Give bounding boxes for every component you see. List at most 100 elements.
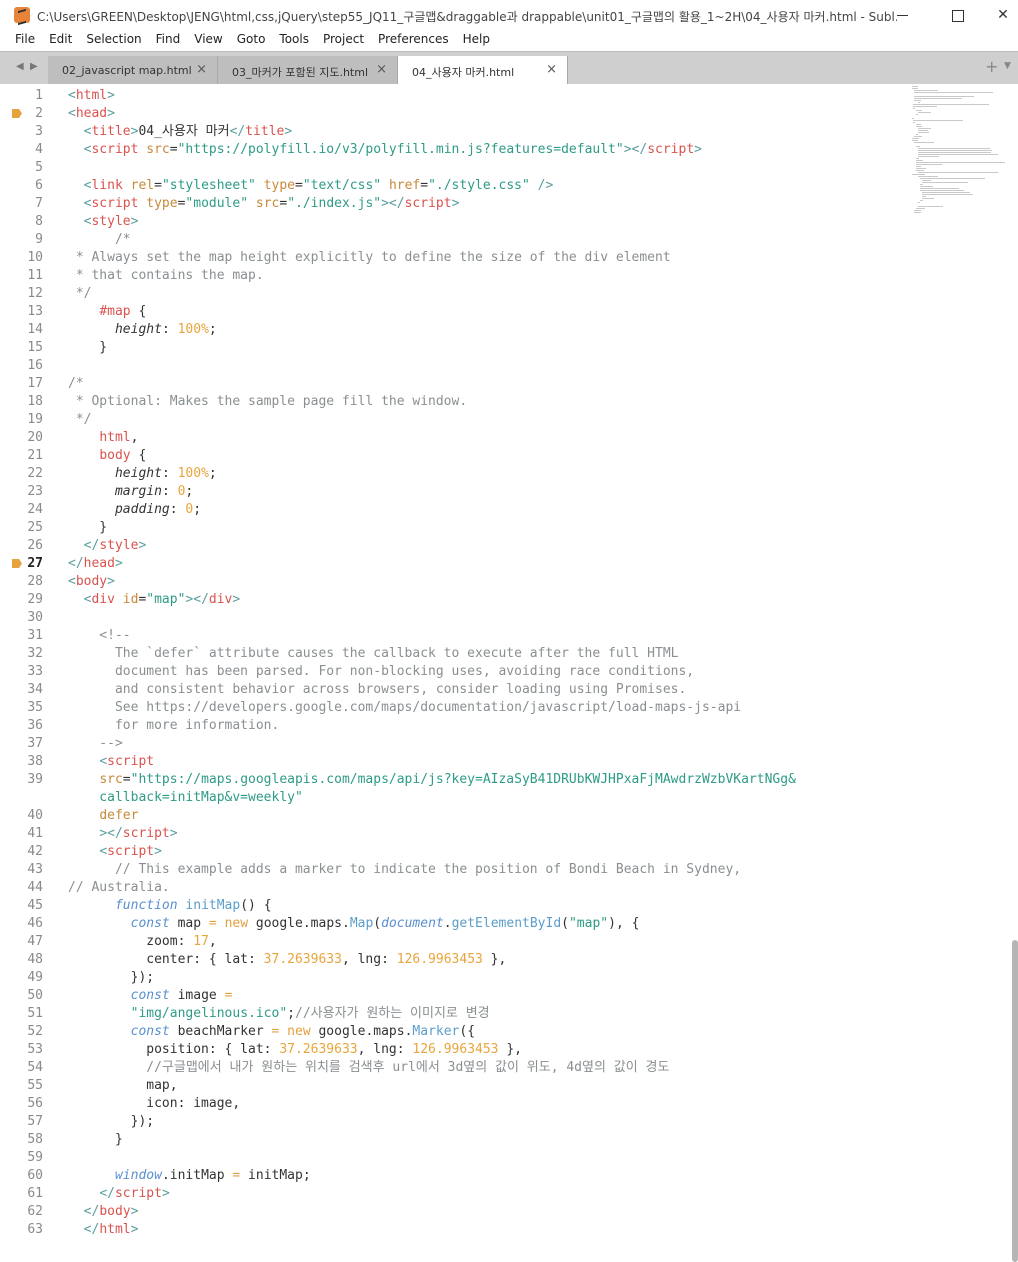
tab-label: 04_사용자 마커.html <box>412 66 515 79</box>
minimap-line <box>922 192 970 193</box>
code-editor[interactable]: 1 2 3 4 5 6 7 8 9 10 11 12 13 14 15 16 17 18 19 20 21 22 23 24 2… <box>0 84 1018 1262</box>
tab-list-icon[interactable]: ▼ <box>1004 61 1011 71</box>
line-number: 7 <box>35 196 43 211</box>
menu-preferences[interactable]: Preferences <box>371 30 456 51</box>
tab-label: 03_마커가 포함된 지도.html <box>232 66 369 79</box>
code-token: </ <box>229 124 246 139</box>
minimap-line <box>918 112 931 113</box>
code-token: 126.9963453 <box>396 952 483 967</box>
close-window-button[interactable]: ✕ <box>980 0 1018 30</box>
menu-find[interactable]: Find <box>149 30 188 51</box>
minimap-line <box>918 172 998 173</box>
menu-tools[interactable]: Tools <box>272 30 316 51</box>
code-line: position: { lat: 37.2639633, lng: 126.99… <box>68 1041 522 1059</box>
minimap-line <box>920 178 985 179</box>
line-number: 43 <box>27 862 43 877</box>
minimap-line <box>916 168 926 169</box>
code-line: html, <box>68 429 138 447</box>
code-line: <script src="https://polyfill.io/v3/poly… <box>68 141 702 159</box>
code-token: = <box>169 142 178 157</box>
minimize-button[interactable] <box>880 0 926 30</box>
code-token: 100% <box>177 466 209 481</box>
minimap-line <box>920 186 933 187</box>
minimap-line <box>918 202 920 203</box>
tab-close-icon[interactable]: × <box>196 62 207 77</box>
code-line: margin: 0; <box>68 483 193 501</box>
code-token: > <box>107 106 115 121</box>
code-token: : <box>169 502 186 517</box>
minimap-line <box>920 190 964 191</box>
tab-user-marker[interactable]: 04_사용자 마커.html × <box>398 56 568 85</box>
code-line: <link rel="stylesheet" type="text/css" h… <box>68 177 554 195</box>
line-number: 45 <box>27 898 43 913</box>
code-token: { <box>130 448 147 463</box>
code-token: Map <box>349 916 374 931</box>
menu-view[interactable]: View <box>187 30 229 51</box>
code-token: . <box>341 916 350 931</box>
menu-goto[interactable]: Goto <box>230 30 273 51</box>
code-line: height: 100%; <box>68 465 217 483</box>
code-token: : <box>161 322 178 337</box>
line-number: 48 <box>27 952 43 967</box>
code-line: /* <box>68 231 131 249</box>
minimap-line <box>916 208 925 209</box>
code-line: //구글맵에서 내가 원하는 위치를 검색후 url에서 3d옆의 값이 위도,… <box>68 1059 669 1077</box>
code-token: script <box>107 754 155 769</box>
code-token: google <box>310 1024 366 1039</box>
tab-javascript-map[interactable]: 02_javascript map.html × <box>48 56 218 85</box>
tab-marker-map[interactable]: 03_마커가 포함된 지도.html × <box>218 56 398 85</box>
minimap-line <box>912 140 918 141</box>
tab-prev-icon[interactable]: ◀ <box>16 61 24 72</box>
line-number: 62 <box>27 1204 43 1219</box>
code-token: * that contains the map. <box>68 268 264 283</box>
code-token: beachMarker <box>169 1024 272 1039</box>
menu-help[interactable]: Help <box>456 30 497 51</box>
code-token: and consistent behavior across browsers,… <box>68 682 687 697</box>
minimap-line <box>912 86 918 87</box>
code-token: html <box>75 88 108 103</box>
code-token: callback=initMap&v=weekly" <box>68 790 303 805</box>
menu-selection[interactable]: Selection <box>79 30 148 51</box>
code-line: * that contains the map. <box>68 267 264 285</box>
new-tab-icon[interactable]: + <box>985 57 998 76</box>
code-token: type <box>146 196 178 211</box>
code-token: <!-- <box>68 628 131 643</box>
code-token: script <box>91 142 139 157</box>
maximize-button[interactable] <box>934 0 980 30</box>
menu-project[interactable]: Project <box>316 30 371 51</box>
minimap[interactable] <box>912 86 1007 221</box>
line-number: 16 <box>27 358 43 373</box>
vertical-scrollbar[interactable] <box>1012 940 1018 1262</box>
title-bar: C:\Users\GREEN\Desktop\JENG\html,css,jQu… <box>0 0 1018 30</box>
line-number: 44 <box>27 880 43 895</box>
code-token: < <box>99 844 108 859</box>
tab-close-icon[interactable]: × <box>376 62 387 77</box>
line-number: 14 <box>27 322 43 337</box>
code-token: See https://developers.google.com/maps/d… <box>68 700 742 715</box>
code-token: //구글맵에서 내가 원하는 위치를 검색후 url에서 3d옆의 값이 위도,… <box>68 1060 670 1075</box>
minimap-line <box>912 88 918 89</box>
code-line: }); <box>68 969 154 987</box>
code-token: script <box>647 142 695 157</box>
code-token: }, <box>482 952 507 967</box>
line-number: 13 <box>27 304 43 319</box>
code-token: */ <box>68 286 92 301</box>
line-number: 29 <box>27 592 43 607</box>
tab-next-icon[interactable]: ▶ <box>30 61 38 72</box>
code-line: defer <box>68 807 138 825</box>
line-number: 56 <box>27 1096 43 1111</box>
code-line: ></script> <box>68 825 177 843</box>
code-line: } <box>68 1131 123 1149</box>
tab-close-icon[interactable]: × <box>546 62 557 77</box>
menu-file[interactable]: File <box>8 30 42 51</box>
code-token: ( <box>561 916 569 931</box>
menu-edit[interactable]: Edit <box>42 30 79 51</box>
minimap-line <box>913 104 989 105</box>
